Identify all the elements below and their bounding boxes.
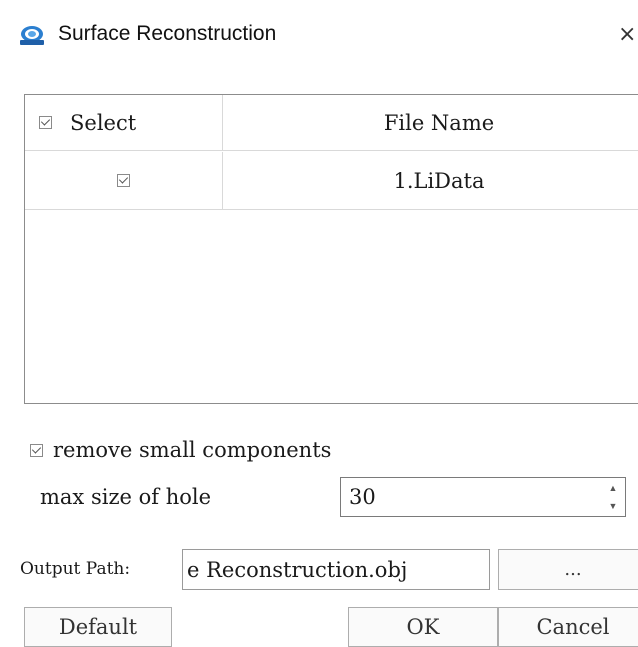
ok-button[interactable]: OK: [348, 607, 498, 647]
default-button[interactable]: Default: [24, 607, 172, 647]
output-path-value: e Reconstruction.obj: [187, 557, 408, 582]
row-checkbox[interactable]: [117, 174, 130, 187]
table-row-select-cell[interactable]: [25, 152, 223, 210]
window-title: Surface Reconstruction: [58, 22, 277, 45]
column-header-file-name[interactable]: File Name: [223, 95, 638, 151]
output-path-input[interactable]: e Reconstruction.obj: [182, 549, 490, 590]
remove-small-components-option[interactable]: remove small components: [30, 438, 331, 462]
table-row-file-name[interactable]: 1.LiData: [223, 152, 638, 210]
spin-up-icon[interactable]: ▲: [609, 483, 618, 493]
spin-down-icon[interactable]: ▼: [609, 501, 618, 511]
select-all-checkbox[interactable]: [39, 116, 52, 129]
hole-spinner[interactable]: ▲ ▼: [606, 483, 620, 511]
column-header-select-label: Select: [70, 110, 137, 135]
column-header-select[interactable]: Select: [25, 95, 223, 151]
close-icon[interactable]: ×: [618, 22, 636, 47]
remove-small-components-label: remove small components: [53, 438, 332, 462]
max-size-of-hole-label: max size of hole: [40, 485, 212, 509]
max-size-of-hole-input[interactable]: 30: [340, 477, 626, 517]
max-size-of-hole-value: 30: [349, 485, 376, 509]
file-table: Select File Name 1.LiData: [24, 94, 638, 404]
browse-button[interactable]: ...: [498, 549, 638, 590]
cancel-button[interactable]: Cancel: [498, 607, 638, 647]
app-logo-icon: [18, 25, 46, 47]
remove-small-components-checkbox[interactable]: [30, 443, 43, 457]
output-path-label: Output Path:: [20, 559, 131, 579]
